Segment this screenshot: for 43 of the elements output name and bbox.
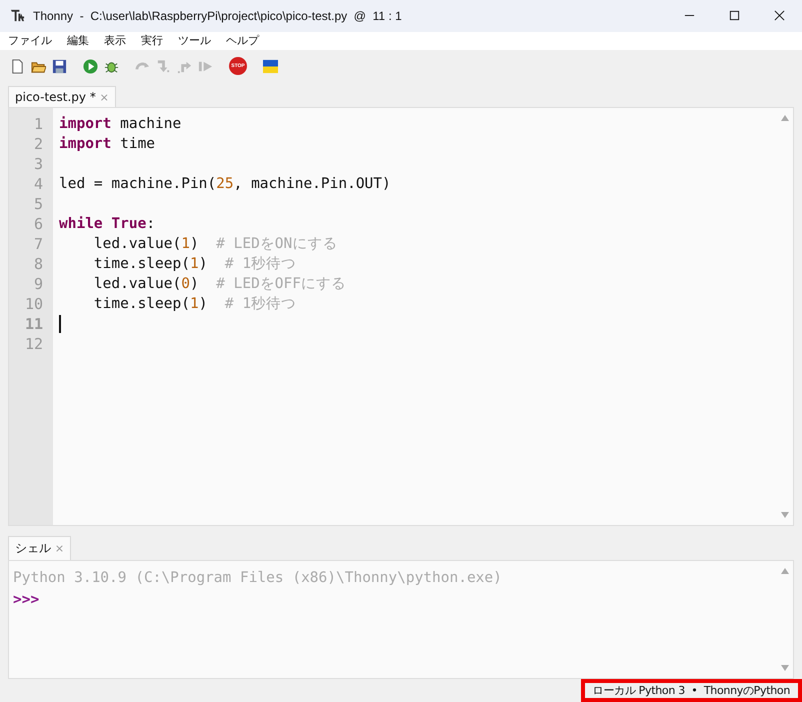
shell-panel[interactable]: Python 3.10.9 (C:\Program Files (x86)\Thonny\python.exe) >>> [8, 560, 794, 679]
line-number: 9 [32, 274, 44, 294]
scroll-up-icon[interactable] [780, 114, 790, 122]
code-line: import time [59, 135, 156, 154]
shell-tab[interactable]: シェル × [8, 536, 72, 560]
flag-icon[interactable] [263, 58, 278, 74]
code-line: while True: [59, 215, 156, 234]
app-logo-icon [10, 8, 25, 24]
line-number: 3 [32, 154, 44, 174]
code-line: import machine [59, 115, 182, 134]
code-line: time.sleep(1) # 1秒待つ [92, 295, 296, 314]
line-number: 7 [32, 234, 44, 254]
menu-item[interactable]: 実行 [141, 33, 163, 48]
interpreter-status[interactable]: ローカル Python 3 • ThonnyのPython [580, 679, 802, 702]
scroll-up-icon[interactable] [780, 566, 790, 575]
code-editor[interactable]: 1 2 3 4 5 6 7 8 9 10 11 12 import machine import time led = machine.Pin(25, machine.Pin.OUT) while True: led.value(1) # LEDをONにする time.sleep(1) # 1秒待つ led.value(0) # LEDをOFFにする time.sleep(1) # 1秒待つ [8, 107, 794, 526]
code-line: led = machine.Pin(25, machine.Pin.OUT) [59, 175, 391, 194]
line-number: 4 [32, 174, 44, 194]
run-icon[interactable] [83, 58, 98, 74]
text-cursor [59, 315, 60, 334]
line-number: 12 [24, 334, 44, 354]
menu-item[interactable]: 編集 [67, 33, 89, 48]
line-number: 10 [24, 294, 44, 314]
line-number: 5 [32, 194, 44, 214]
menu-item[interactable]: ヘルプ [226, 33, 259, 48]
window-title: Thonny - C:\user\lab\RaspberryPi\project\pico\pico-test.py @ 11 : 1 [33, 8, 403, 23]
menu-item[interactable]: ファイル [8, 33, 52, 48]
menu-item[interactable]: ツール [178, 33, 211, 48]
line-number: 8 [32, 254, 44, 274]
code-line: led.value(0) # LEDをOFFにする [92, 275, 346, 294]
line-number: 2 [32, 134, 44, 154]
scroll-down-icon[interactable] [780, 664, 790, 672]
scroll-down-icon[interactable] [780, 510, 790, 519]
shell-output-text: Python 3.10.9 (C:\Program Files (x86)\Thonny\python.exe) [13, 568, 502, 588]
code-line: led.value(1) # LEDをONにする [92, 235, 338, 254]
editor-tab[interactable]: pico-test.py * × [8, 86, 116, 108]
shell-prompt: >>> [13, 590, 40, 610]
new-file-icon[interactable] [10, 58, 25, 74]
line-number: 11 [24, 314, 44, 334]
line-number: 6 [32, 214, 44, 234]
line-number: 1 [32, 114, 44, 134]
menu-item[interactable]: 表示 [104, 33, 126, 48]
code-line: time.sleep(1) # 1秒待つ [92, 255, 296, 274]
